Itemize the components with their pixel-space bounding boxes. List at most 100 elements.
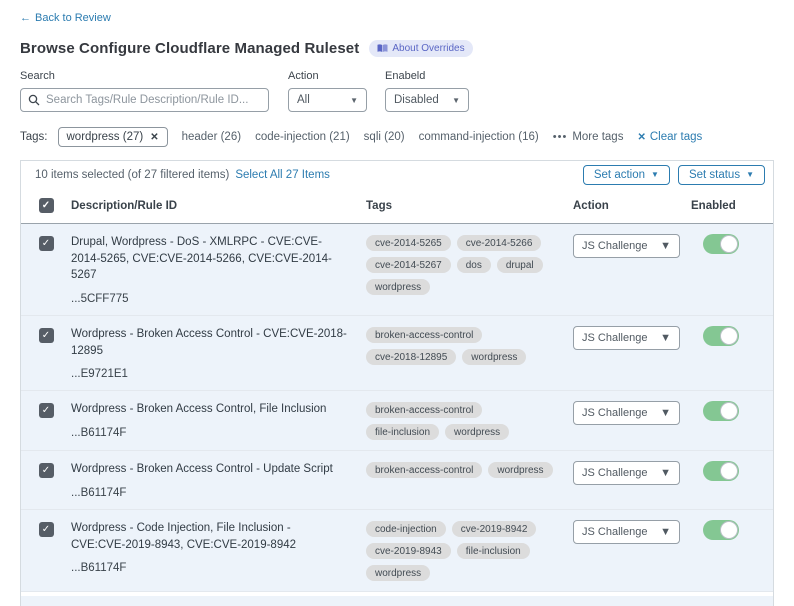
rule-description: Wordpress - Broken Access Control - CVE:… xyxy=(71,326,348,359)
rule-id: ...B61174F xyxy=(71,487,348,499)
badge-label: About Overrides xyxy=(392,43,464,54)
chevron-down-icon: ▼ xyxy=(350,96,358,105)
rule-description: Wordpress - Broken Access Control, File … xyxy=(71,401,348,418)
page-title: Browse Configure Cloudflare Managed Rule… xyxy=(20,40,359,57)
enabled-label: Enabeld xyxy=(385,70,469,82)
rule-id: ...E9721E1 xyxy=(71,368,348,380)
table-row: ✓ Drupal, Wordpress - DoS - XMLRPC - CVE… xyxy=(21,224,773,316)
table-row: ✓ Wordpress - Code Injection, File Inclu… xyxy=(21,510,773,592)
table-row: ✓ Wordpress - Broken Access Control - Up… xyxy=(21,451,773,510)
tag-pill: broken-access-control xyxy=(366,327,482,343)
back-to-review-link[interactable]: ← Back to Review xyxy=(20,12,111,24)
action-dropdown-value: JS Challenge xyxy=(582,467,647,479)
remove-tag-icon[interactable]: ✕ xyxy=(150,132,158,143)
tag-filter-option[interactable]: sqli (20) xyxy=(364,131,405,143)
row-tags: broken-access-controlwordpress xyxy=(366,461,561,478)
rule-description: Wordpress - Broken Access Control - Upda… xyxy=(71,461,348,478)
tag-pill: wordpress xyxy=(488,462,552,478)
table-row: ✓ Wordpress - Broken Access Control, Fil… xyxy=(21,391,773,451)
toggle-knob xyxy=(720,327,738,345)
enabled-toggle[interactable] xyxy=(703,326,739,346)
book-icon xyxy=(377,44,388,53)
selection-bar: 10 items selected (of 27 filtered items)… xyxy=(21,161,773,188)
table-row-partial xyxy=(21,596,773,606)
tag-pill: drupal xyxy=(497,257,543,273)
search-box xyxy=(20,88,269,112)
action-filter: Action All ▼ xyxy=(288,70,367,112)
more-tags-label: More tags xyxy=(572,131,623,143)
set-status-button[interactable]: Set status ▼ xyxy=(678,165,765,185)
search-filter: Search xyxy=(20,70,269,112)
chevron-down-icon: ▼ xyxy=(660,240,671,252)
tag-pill: dos xyxy=(457,257,491,273)
action-label: Action xyxy=(288,70,367,82)
about-overrides-badge[interactable]: About Overrides xyxy=(369,40,472,57)
back-arrow-icon: ← xyxy=(20,12,31,24)
tag-filter-option[interactable]: header (26) xyxy=(182,131,241,143)
table-body: ✓ Drupal, Wordpress - DoS - XMLRPC - CVE… xyxy=(21,224,773,592)
action-dropdown[interactable]: JS Challenge ▼ xyxy=(573,326,680,350)
filters-row: Search Action All ▼ Enabeld Disabled ▼ xyxy=(20,70,774,112)
selected-tag-chip[interactable]: wordpress (27) ✕ xyxy=(58,127,168,147)
selection-summary: 10 items selected (of 27 filtered items) xyxy=(35,169,229,181)
chevron-down-icon: ▼ xyxy=(660,467,671,479)
chevron-down-icon: ▼ xyxy=(746,170,754,179)
enabled-toggle[interactable] xyxy=(703,401,739,421)
row-checkbox[interactable]: ✓ xyxy=(39,403,54,418)
back-link-label: Back to Review xyxy=(35,12,111,24)
search-label: Search xyxy=(20,70,269,82)
clear-tags-button[interactable]: ✕ Clear tags xyxy=(637,131,702,143)
set-action-button[interactable]: Set action ▼ xyxy=(583,165,670,185)
search-icon xyxy=(28,94,40,106)
column-header-description: Description/Rule ID xyxy=(71,200,366,212)
action-dropdown[interactable]: JS Challenge ▼ xyxy=(573,234,680,258)
title-row: Browse Configure Cloudflare Managed Rule… xyxy=(20,40,774,57)
tag-pill: wordpress xyxy=(445,424,509,440)
toggle-knob xyxy=(720,462,738,480)
column-header-tags: Tags xyxy=(366,200,573,212)
enabled-toggle[interactable] xyxy=(703,520,739,540)
row-checkbox[interactable]: ✓ xyxy=(39,328,54,343)
action-dropdown-value: JS Challenge xyxy=(582,240,647,252)
action-dropdown[interactable]: JS Challenge ▼ xyxy=(573,461,680,485)
enabled-select[interactable]: Disabled ▼ xyxy=(385,88,469,112)
tag-pill: wordpress xyxy=(366,279,430,295)
row-tags: broken-access-controlcve-2018-12895wordp… xyxy=(366,326,561,365)
search-input[interactable] xyxy=(46,94,261,106)
action-select-value: All xyxy=(297,94,310,106)
chevron-down-icon: ▼ xyxy=(660,332,671,344)
action-dropdown[interactable]: JS Challenge ▼ xyxy=(573,520,680,544)
more-tags-button[interactable]: ••• More tags xyxy=(553,131,624,143)
set-status-label: Set status xyxy=(689,169,740,181)
rule-id: ...5CFF775 xyxy=(71,293,348,305)
row-checkbox[interactable]: ✓ xyxy=(39,236,54,251)
action-dropdown[interactable]: JS Challenge ▼ xyxy=(573,401,680,425)
rule-description: Wordpress - Code Injection, File Inclusi… xyxy=(71,520,348,553)
select-all-checkbox[interactable]: ✓ xyxy=(39,198,54,213)
tag-filter-option[interactable]: command-injection (16) xyxy=(419,131,539,143)
tag-pill: code-injection xyxy=(366,521,446,537)
tag-pill: wordpress xyxy=(366,565,430,581)
action-select[interactable]: All ▼ xyxy=(288,88,367,112)
ellipsis-icon: ••• xyxy=(553,131,568,143)
select-all-link[interactable]: Select All 27 Items xyxy=(235,169,330,181)
rule-id: ...B61174F xyxy=(71,427,348,439)
tag-pill: broken-access-control xyxy=(366,402,482,418)
enabled-toggle[interactable] xyxy=(703,234,739,254)
tag-pill: cve-2019-8942 xyxy=(452,521,537,537)
rule-id: ...B61174F xyxy=(71,562,348,574)
enabled-select-value: Disabled xyxy=(394,94,439,106)
tag-pill: file-inclusion xyxy=(366,424,439,440)
table-header: ✓ Description/Rule ID Tags Action Enable… xyxy=(21,188,773,224)
row-checkbox[interactable]: ✓ xyxy=(39,463,54,478)
enabled-toggle[interactable] xyxy=(703,461,739,481)
tag-pill: cve-2018-12895 xyxy=(366,349,456,365)
tag-pill: cve-2014-5265 xyxy=(366,235,451,251)
tag-filter-option[interactable]: code-injection (21) xyxy=(255,131,350,143)
toggle-knob xyxy=(720,402,738,420)
tags-filter-bar: Tags: wordpress (27) ✕ header (26) code-… xyxy=(20,127,774,147)
row-checkbox[interactable]: ✓ xyxy=(39,522,54,537)
chevron-down-icon: ▼ xyxy=(660,407,671,419)
row-tags: code-injectioncve-2019-8942cve-2019-8943… xyxy=(366,520,561,581)
row-tags: cve-2014-5265cve-2014-5266cve-2014-5267d… xyxy=(366,234,561,295)
